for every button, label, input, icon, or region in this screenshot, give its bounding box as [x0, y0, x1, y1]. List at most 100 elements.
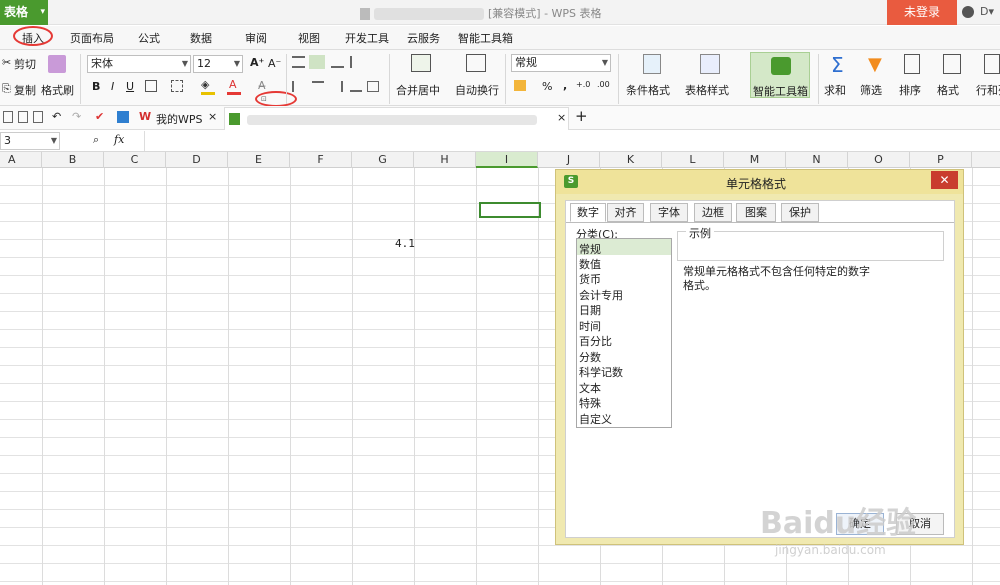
list-item[interactable]: 常规 [579, 241, 601, 257]
percent-button[interactable]: % [542, 80, 552, 93]
align-center-icon[interactable] [312, 81, 324, 92]
cube-icon[interactable] [117, 111, 129, 123]
close-tab-icon[interactable]: × [208, 110, 217, 123]
print-preview-icon[interactable] [33, 111, 43, 123]
column-header-K[interactable]: K [600, 152, 662, 168]
distribute-icon[interactable] [367, 81, 379, 92]
open-icon[interactable] [18, 111, 28, 123]
list-item[interactable]: 文本 [579, 380, 601, 396]
column-header-C[interactable]: C [104, 152, 166, 168]
decrease-decimal-icon[interactable]: .00 [597, 80, 610, 89]
close-icon[interactable]: ✕ [931, 171, 958, 189]
sum-button[interactable]: 求和 [824, 82, 846, 98]
name-box[interactable]: 3 ▼ [0, 132, 60, 150]
column-header-F[interactable]: F [290, 152, 352, 168]
tab-my-wps[interactable]: 我的WPS [156, 111, 203, 127]
thousands-button[interactable]: , [563, 79, 567, 92]
tab-number[interactable]: 数字 [570, 203, 606, 222]
column-header-G[interactable]: G [352, 152, 414, 168]
tab-pattern[interactable]: 图案 [736, 203, 776, 222]
list-item[interactable]: 时间 [579, 318, 601, 334]
column-header-M[interactable]: M [724, 152, 786, 168]
column-header-P[interactable]: P [910, 152, 972, 168]
cell-border-icon[interactable] [171, 80, 183, 92]
cell-value[interactable]: 4.1 [395, 237, 415, 250]
column-header-J[interactable]: J [538, 152, 600, 168]
close-tab-icon[interactable]: × [557, 111, 566, 124]
zoom-search-icon[interactable]: ⌕ [93, 133, 99, 147]
column-header-L[interactable]: L [662, 152, 724, 168]
list-item[interactable]: 科学记数 [579, 364, 623, 380]
list-item[interactable]: 百分比 [579, 333, 612, 349]
align-left-icon[interactable] [292, 81, 304, 92]
clear-format-icon[interactable]: A̶ [258, 79, 266, 92]
list-item[interactable]: 自定义 [579, 411, 612, 427]
bold-button[interactable]: B [92, 80, 100, 93]
increase-decimal-icon[interactable]: +.0 [576, 80, 590, 89]
align-bottom-icon[interactable] [331, 56, 344, 68]
auto-wrap-button[interactable]: 自动换行 [455, 82, 499, 98]
indent-icon[interactable] [350, 56, 363, 68]
list-item[interactable]: 货币 [579, 271, 601, 287]
conditional-format-button[interactable]: 条件格式 [626, 82, 670, 98]
list-item[interactable]: 数值 [579, 256, 601, 272]
column-header-H[interactable]: H [414, 152, 476, 168]
formula-input[interactable] [144, 131, 1000, 151]
font-color-icon[interactable]: A [229, 78, 237, 91]
currency-icon[interactable] [514, 80, 526, 91]
fx-button[interactable]: fx [114, 133, 124, 146]
list-item[interactable]: 分数 [579, 349, 601, 365]
decrease-font-icon[interactable]: A⁻ [268, 57, 281, 70]
border-icon[interactable] [145, 80, 157, 92]
list-item[interactable]: 特殊 [579, 395, 601, 411]
menu-developer[interactable]: 开发工具 [345, 30, 389, 46]
filter-button[interactable]: 筛选 [860, 82, 882, 98]
copy-button[interactable]: 复制 [14, 82, 36, 98]
cut-button[interactable]: 剪切 [14, 56, 36, 72]
column-header-E[interactable]: E [228, 152, 290, 168]
menu-smart-toolbox[interactable]: 智能工具箱 [458, 30, 513, 46]
tab-border[interactable]: 边框 [694, 203, 732, 222]
fill-color-icon[interactable]: ◈ [201, 78, 209, 91]
justify-icon[interactable] [350, 81, 362, 92]
italic-button[interactable]: I [111, 80, 114, 93]
format-painter-button[interactable]: 格式刷 [41, 82, 74, 98]
active-cell[interactable] [479, 202, 541, 218]
new-tab-icon[interactable]: + [575, 107, 588, 125]
smart-toolbox-button[interactable]: 智能工具箱 [750, 52, 810, 98]
tab-protection[interactable]: 保护 [781, 203, 819, 222]
menu-formula[interactable]: 公式 [138, 30, 160, 46]
column-header-A[interactable]: A [0, 152, 42, 168]
column-header-B[interactable]: B [42, 152, 104, 168]
align-top-icon[interactable] [292, 56, 305, 68]
tab-alignment[interactable]: 对齐 [607, 203, 644, 222]
user-menu-icon[interactable]: D▾ [980, 5, 994, 18]
login-button[interactable]: 未登录 [887, 0, 957, 25]
font-name-select[interactable]: 宋体 ▼ [87, 55, 191, 73]
number-format-select[interactable]: 常规 ▼ [511, 54, 611, 72]
pin-icon[interactable]: ✔ [95, 110, 104, 123]
format-button[interactable]: 格式 [937, 82, 959, 98]
tab-current-document[interactable]: × [224, 107, 569, 130]
sort-button[interactable]: 排序 [899, 82, 921, 98]
underline-button[interactable]: U [126, 80, 134, 93]
redo-icon[interactable]: ↷ [72, 110, 81, 123]
increase-font-icon[interactable]: A⁺ [250, 56, 264, 69]
font-size-select[interactable]: 12 ▼ [193, 55, 243, 73]
table-style-button[interactable]: 表格样式 [685, 82, 729, 98]
merge-center-button[interactable]: 合并居中 [396, 82, 440, 98]
column-header-I[interactable]: I [476, 152, 538, 168]
rows-cols-button[interactable]: 行和列 [976, 82, 1000, 98]
tab-font[interactable]: 字体 [650, 203, 688, 222]
undo-icon[interactable]: ↶ [52, 110, 61, 123]
align-middle-icon[interactable] [309, 55, 325, 69]
menu-view[interactable]: 视图 [298, 30, 320, 46]
column-header-D[interactable]: D [166, 152, 228, 168]
list-item[interactable]: 日期 [579, 302, 601, 318]
menu-review[interactable]: 审阅 [245, 30, 267, 46]
menu-cloud[interactable]: 云服务 [407, 30, 440, 46]
app-menu-button[interactable]: 表格 ▾ [0, 0, 48, 25]
skin-icon[interactable] [962, 6, 974, 18]
column-header-N[interactable]: N [786, 152, 848, 168]
menu-data[interactable]: 数据 [190, 30, 212, 46]
